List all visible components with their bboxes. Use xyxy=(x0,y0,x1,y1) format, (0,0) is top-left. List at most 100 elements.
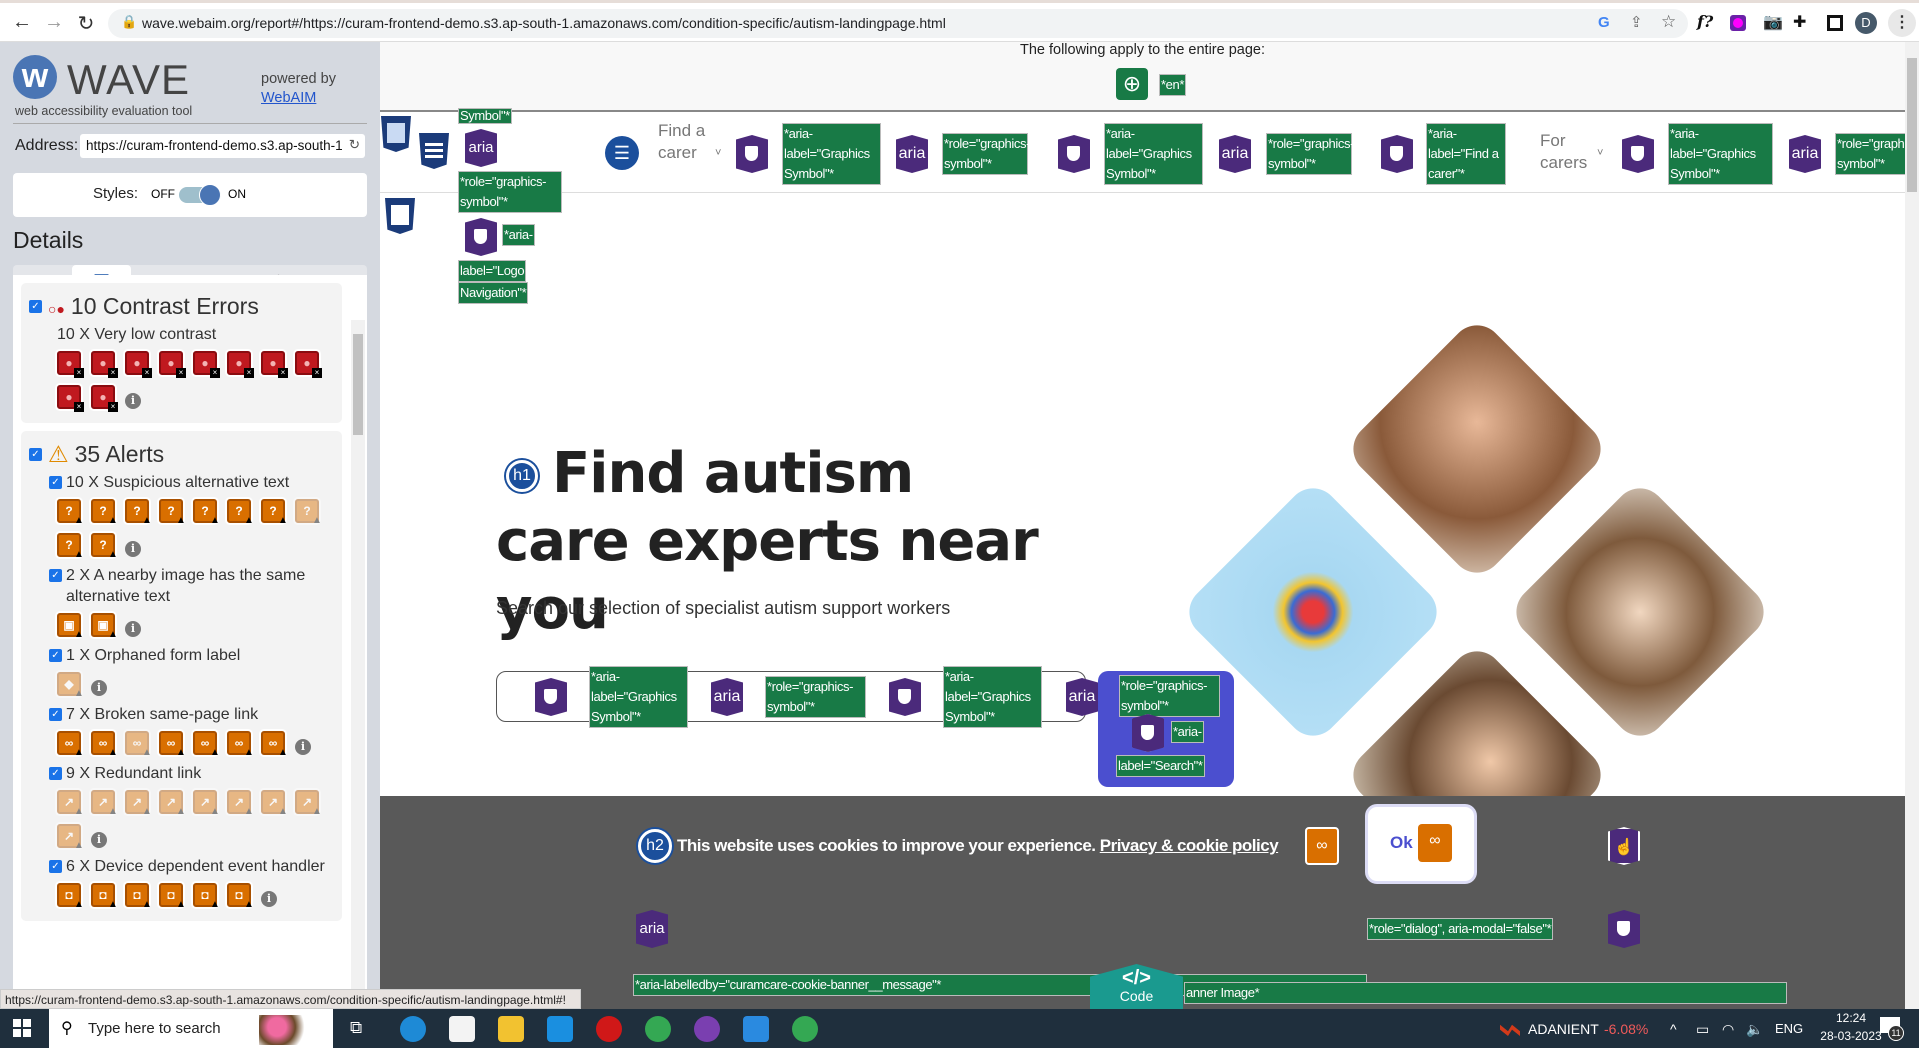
alert-icon[interactable]: ◘ ▲ xyxy=(227,883,254,910)
contrast-error-icon[interactable]: ● × xyxy=(261,351,288,378)
nav-find-a-carer[interactable]: Find a carer xyxy=(658,120,708,164)
alert-icon[interactable]: ↗ ▲ xyxy=(57,824,84,851)
alert-icon[interactable]: ◘ ▲ xyxy=(159,883,186,910)
info-icon[interactable]: i xyxy=(91,832,107,848)
contrast-error-icon[interactable]: ● × xyxy=(193,351,220,378)
aria-icon[interactable]: aria xyxy=(1066,678,1098,716)
puzzle-icon[interactable]: ✚ xyxy=(1793,12,1806,32)
alert-icon[interactable]: ↗ ▲ xyxy=(295,790,322,817)
aria-label-tag-icon[interactable] xyxy=(889,678,921,716)
chrome-icon[interactable] xyxy=(645,1016,671,1042)
opera-icon[interactable] xyxy=(596,1016,622,1042)
page-scrollbar-thumb[interactable] xyxy=(1907,58,1917,192)
broken-link-alert-icon[interactable]: ∞ xyxy=(1305,827,1339,865)
item-label[interactable]: 10 X Very low contrast xyxy=(57,324,216,345)
alert-icon[interactable]: ∞ ▲ xyxy=(159,731,186,758)
language-indicator[interactable]: ENG xyxy=(1775,1021,1803,1036)
aria-label-tag-icon[interactable] xyxy=(1608,910,1640,948)
meet-icon[interactable]: ▭ xyxy=(1696,1021,1709,1038)
stock-name[interactable]: ADANIENT xyxy=(1528,1021,1599,1037)
alert-icon[interactable]: ↗ ▲ xyxy=(227,790,254,817)
alert-icon[interactable]: ◆ ▲ xyxy=(57,672,84,699)
aria-label-tag-icon[interactable] xyxy=(1622,135,1654,173)
webaim-link[interactable]: WebAIM xyxy=(261,90,316,106)
page-scrollbar[interactable] xyxy=(1905,42,1919,1009)
alert-icon[interactable]: ? ▲ xyxy=(125,499,152,526)
star-icon[interactable]: ☆ xyxy=(1661,12,1676,32)
aria-icon[interactable]: aria xyxy=(1219,135,1251,173)
alert-icon[interactable]: ◘ ▲ xyxy=(57,883,84,910)
alert-icon[interactable]: ↗ ▲ xyxy=(193,790,220,817)
item-label[interactable]: 2 X A nearby image has the same alternat… xyxy=(66,565,334,607)
aria-label-tag-icon[interactable] xyxy=(1132,714,1164,752)
alert-icon[interactable]: ? ▲ xyxy=(57,499,84,526)
aria-label-tag-icon[interactable] xyxy=(535,678,567,716)
aria-icon[interactable]: aria xyxy=(636,910,668,948)
alert-icon[interactable]: ∞ ▲ xyxy=(57,731,84,758)
alert-icon[interactable]: ? ▲ xyxy=(227,499,254,526)
styles-toggle[interactable] xyxy=(179,184,221,206)
aria-icon[interactable]: aria xyxy=(711,678,743,716)
sidebar-scrollbar-thumb[interactable] xyxy=(353,334,363,435)
alert-icon[interactable]: ∞ ▲ xyxy=(193,731,220,758)
alert-icon[interactable]: ↗ ▲ xyxy=(57,790,84,817)
vscode-icon[interactable] xyxy=(743,1016,769,1042)
alert-icon[interactable]: ∞ ▲ xyxy=(261,731,288,758)
item-checkbox[interactable]: ✓ xyxy=(49,476,62,489)
alert-icon[interactable]: ▣ ▲ xyxy=(91,613,118,640)
alert-icon[interactable]: ◘ ▲ xyxy=(91,883,118,910)
taskbar-search[interactable]: ⚲ Type here to search xyxy=(49,1009,333,1048)
volume-icon[interactable]: 🔈 xyxy=(1746,1021,1763,1038)
info-icon[interactable]: i xyxy=(125,621,141,637)
aria-icon[interactable]: aria xyxy=(1789,135,1821,173)
extension-icon[interactable] xyxy=(1730,15,1746,31)
aria-label-tag-icon[interactable] xyxy=(1058,135,1090,173)
alert-icon[interactable]: ∞ ▲ xyxy=(125,731,152,758)
mail-icon[interactable] xyxy=(547,1016,573,1042)
html5-region-icon[interactable] xyxy=(381,116,411,152)
event-handler-icon[interactable]: ☝ xyxy=(1608,827,1640,865)
item-label[interactable]: 6 X Device dependent event handler xyxy=(66,856,325,877)
alert-icon[interactable]: ↗ ▲ xyxy=(159,790,186,817)
alert-icon[interactable]: ? ▲ xyxy=(159,499,186,526)
fontface-ninja-icon[interactable]: f? xyxy=(1697,12,1713,31)
alert-icon[interactable]: ↗ ▲ xyxy=(261,790,288,817)
html5-list-icon[interactable] xyxy=(419,133,449,169)
contrast-error-icon[interactable]: ● × xyxy=(227,351,254,378)
edge-icon[interactable] xyxy=(400,1016,426,1042)
broken-link-alert-icon[interactable]: ∞ xyxy=(1418,824,1452,862)
alert-icon[interactable]: ◘ ▲ xyxy=(125,883,152,910)
url-text[interactable]: wave.webaim.org/report#/https://curam-fr… xyxy=(142,15,946,31)
info-icon[interactable]: i xyxy=(125,541,141,557)
github-desktop-icon[interactable] xyxy=(694,1016,720,1042)
aria-icon[interactable]: aria xyxy=(896,135,928,173)
alert-icon[interactable]: ◘ ▲ xyxy=(193,883,220,910)
item-checkbox[interactable]: ✓ xyxy=(49,767,62,780)
wifi-icon[interactable]: ◠ xyxy=(1722,1021,1734,1038)
item-label[interactable]: 9 X Redundant link xyxy=(66,763,201,784)
alert-icon[interactable]: ? ▲ xyxy=(295,499,322,526)
clock-date[interactable]: 28-03-2023 xyxy=(1818,1029,1884,1043)
reload-icon[interactable]: ↻ xyxy=(74,11,98,36)
list-structure-icon[interactable]: ☰ xyxy=(605,136,639,170)
alert-icon[interactable]: ↗ ▲ xyxy=(91,790,118,817)
clock-time[interactable]: 12:24 xyxy=(1818,1011,1884,1025)
aria-label-tag-icon[interactable] xyxy=(736,135,768,173)
contrast-error-icon[interactable]: ● × xyxy=(57,351,84,378)
item-label[interactable]: 10 X Suspicious alternative text xyxy=(66,472,289,493)
group-checkbox[interactable]: ✓ xyxy=(29,448,42,461)
file-explorer-icon[interactable] xyxy=(498,1016,524,1042)
group-checkbox[interactable]: ✓ xyxy=(29,300,42,313)
refresh-icon[interactable]: ↻ xyxy=(349,137,360,153)
alert-icon[interactable]: ▣ ▲ xyxy=(57,613,84,640)
menu-icon[interactable]: ⋮ xyxy=(1888,9,1916,37)
contrast-error-icon[interactable]: ● × xyxy=(91,385,118,412)
sidepanel-icon[interactable] xyxy=(1827,15,1843,31)
item-label[interactable]: 1 X Orphaned form label xyxy=(66,645,240,666)
ok-button[interactable]: Ok ∞ xyxy=(1365,804,1477,884)
forward-icon[interactable]: → xyxy=(42,11,66,34)
item-checkbox[interactable]: ✓ xyxy=(49,569,62,582)
alert-icon[interactable]: ∞ ▲ xyxy=(227,731,254,758)
alert-icon[interactable]: ? ▲ xyxy=(91,533,118,560)
item-label[interactable]: 7 X Broken same-page link xyxy=(66,704,258,725)
